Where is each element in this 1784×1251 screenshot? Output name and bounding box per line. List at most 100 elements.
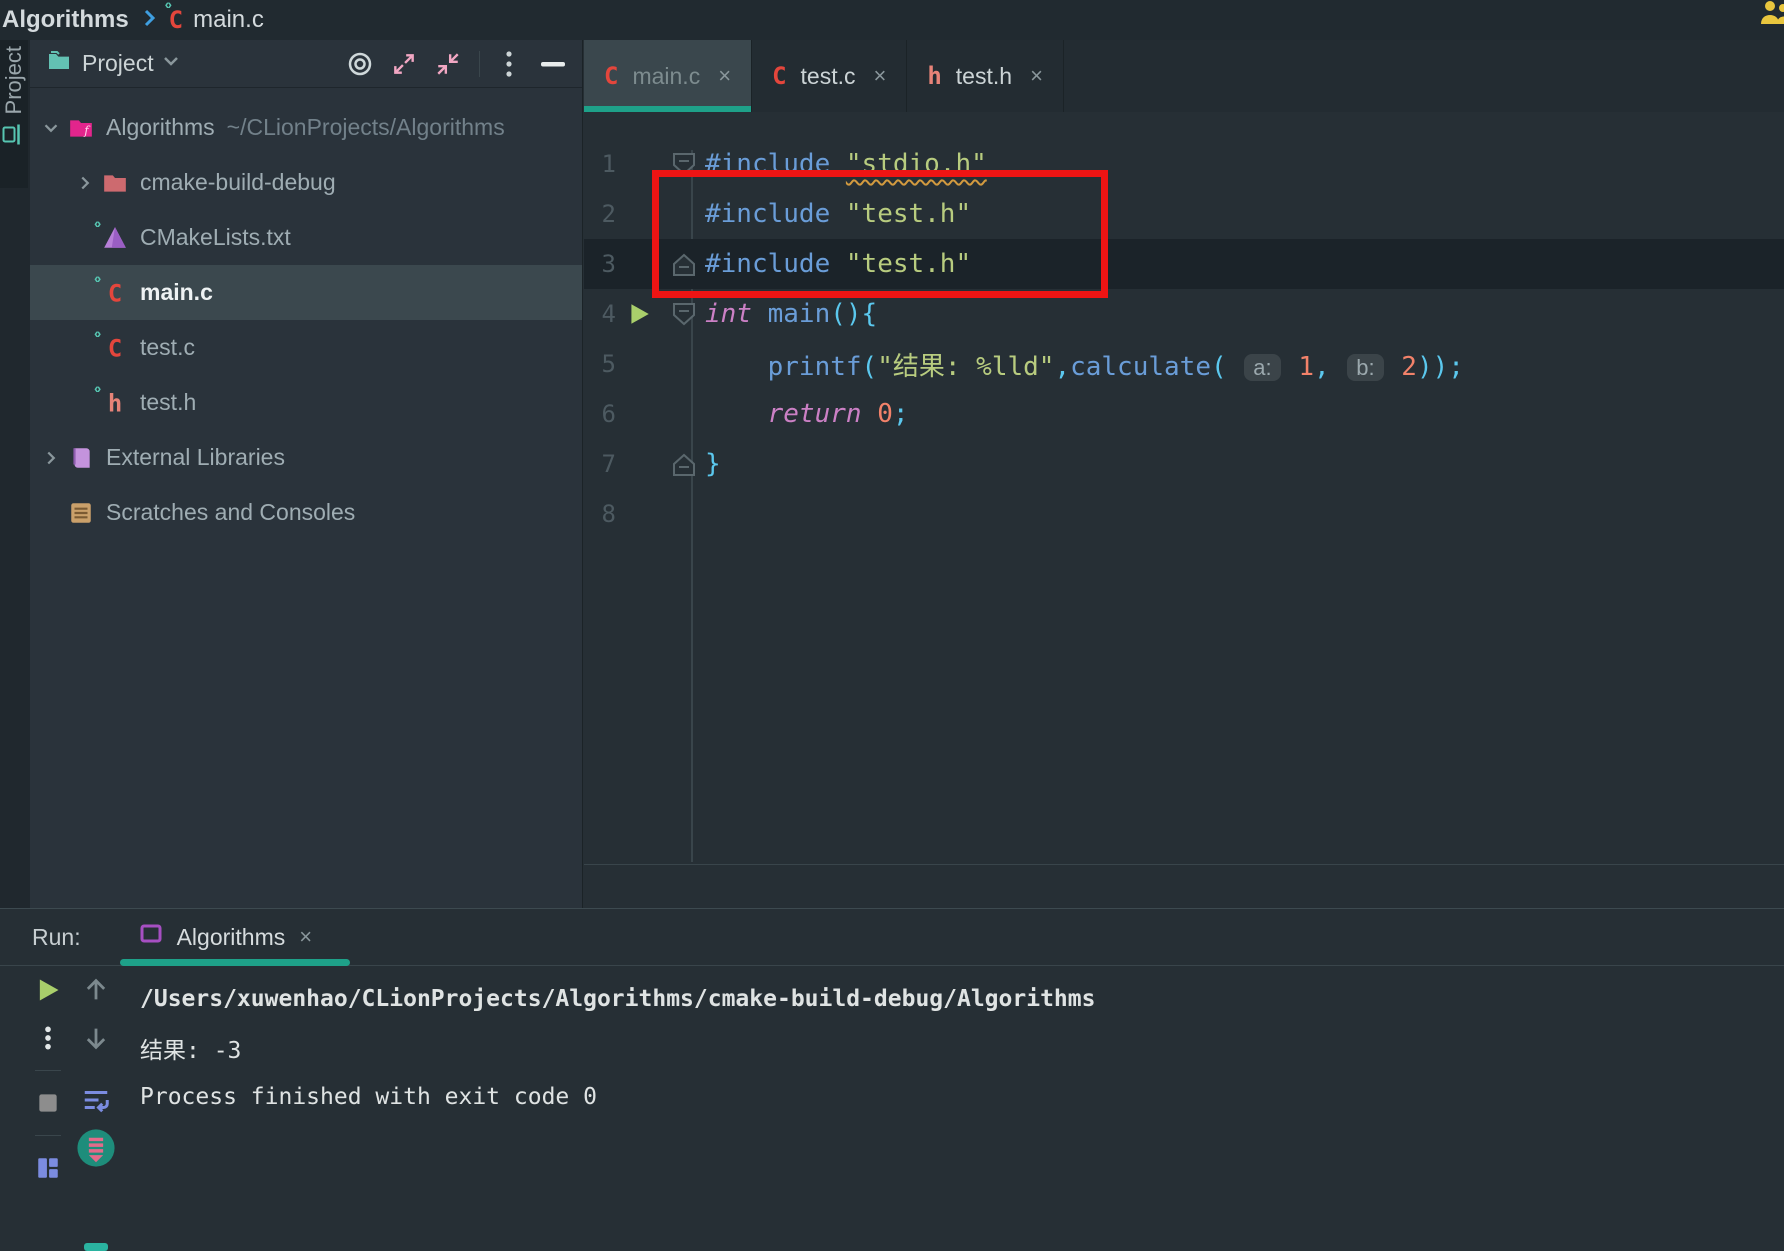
line-number: 5 [584,350,616,378]
token-t [705,352,768,382]
softwrap-icon[interactable] [76,1076,116,1124]
tree-item-label: CMakeLists.txt [140,224,291,251]
code-text: printf("结果: %lld",calculate( a: 1, b: 2)… [705,346,1464,383]
more-icon[interactable] [494,49,524,79]
layout-icon[interactable] [28,1144,68,1192]
run-tab-active-underline [120,959,350,966]
tab-test-h[interactable]: htest.h× [907,40,1064,112]
sidebar-item-project-stripe[interactable]: Project [0,40,28,188]
tree-item-cmake-build-debug[interactable]: cmake-build-debug [30,155,582,210]
token-n: 1 [1298,352,1314,382]
close-icon[interactable]: × [1030,63,1043,89]
token-t [705,399,768,429]
svg-text:C: C [108,280,122,306]
console-line-3: Process finished with exit code 0 [140,1072,1095,1121]
tab-main-c[interactable]: Cmain.c× [584,40,752,112]
fold-up-icon[interactable] [662,452,705,477]
line-number: 1 [584,150,616,178]
chevron-right-icon[interactable] [72,172,98,194]
breadcrumb-file[interactable]: main.c [193,6,264,34]
token-t [1386,352,1402,382]
code-mark-icon: ‹› [165,0,170,12]
chevron-down-icon[interactable] [38,117,64,139]
project-panel-title[interactable]: Project [82,50,154,77]
code-line-8[interactable]: 8 [584,489,1784,539]
more-icon[interactable] [28,1014,68,1062]
code-line-5[interactable]: 5 printf("结果: %lld",calculate( a: 1, b: … [584,339,1784,389]
users-icon[interactable] [1758,0,1784,31]
tree-item-cmakelists-txt[interactable]: ‹›CMakeLists.txt [30,210,582,265]
divider [35,1135,61,1136]
chevron-down-icon[interactable] [160,50,182,77]
hide-icon[interactable] [538,49,568,79]
up-icon[interactable] [76,966,116,1014]
token-t [1330,352,1346,382]
line-number: 4 [584,300,616,328]
tree-item-label: main.c [140,279,213,306]
tree-item-algorithms[interactable]: fAlgorithms~/CLionProjects/Algorithms [30,100,582,155]
token-t [1227,352,1243,382]
run-tab-algorithms[interactable]: Algorithms × [139,923,313,951]
run-panel-label: Run: [32,924,81,951]
tree-item-label: External Libraries [106,444,285,471]
expand-all-icon[interactable] [389,49,419,79]
clipped-toolbar-icon[interactable] [84,1243,108,1251]
line-number: 6 [584,400,616,428]
tree-item-main-c[interactable]: C‹› main.c [30,265,582,320]
breadcrumb: Algorithms C ‹› main.c [0,0,1784,40]
line-number: 2 [584,200,616,228]
token-p: , [1054,352,1070,382]
token-p: ( [862,352,878,382]
run-console-output[interactable]: /Users/xuwenhao/CLionProjects/Algorithms… [140,974,1095,1121]
token-p: )); [1417,352,1464,382]
fold-down-icon[interactable] [662,302,705,327]
locate-icon[interactable] [345,49,375,79]
breadcrumb-project[interactable]: Algorithms [2,6,129,34]
tree-item-label: Algorithms [106,114,215,141]
scratches-icon [64,500,98,526]
code-text: return 0; [705,399,909,429]
token-f: calculate [1070,352,1211,382]
run-toolbar-secondary [76,966,116,1172]
tree-item-external-libraries[interactable]: External Libraries [30,430,582,485]
laptop-icon [2,124,27,146]
token-p: ; [893,399,909,429]
token-p: } [705,449,721,479]
tab-label: main.c [632,63,700,90]
token-s: "结果: %lld" [877,352,1054,382]
rerun-icon[interactable] [28,966,68,1014]
code-line-6[interactable]: 6 return 0; [584,389,1784,439]
tree-item-label: test.h [140,389,196,416]
down-icon[interactable] [76,1014,116,1062]
stop-icon[interactable] [28,1079,68,1127]
code-line-7[interactable]: 7} [584,439,1784,489]
tree-item-test-c[interactable]: C‹›test.c [30,320,582,375]
chevron-right-icon[interactable] [38,447,64,469]
token-h: b: [1347,354,1383,381]
tree-item-label: Scratches and Consoles [106,499,355,526]
token-k: int [705,299,752,329]
tree-item-scratches-and-consoles[interactable]: Scratches and Consoles [30,485,582,540]
scroll-end-icon[interactable] [76,1124,116,1172]
tree-item-test-h[interactable]: h‹›test.h [30,375,582,430]
close-icon[interactable]: × [299,924,312,950]
run-tool-window: Run: Algorithms × /Users/xuwenhao/CLionP… [0,908,1784,1192]
token-k: return [768,399,862,429]
breadcrumb-chevron-icon [139,6,159,35]
tab-test-c[interactable]: Ctest.c× [752,40,907,112]
divider [35,1070,61,1071]
tree-item-label: cmake-build-debug [140,169,336,196]
close-icon[interactable]: × [873,63,886,89]
token-t [1283,352,1299,382]
run-window-icon [139,923,163,951]
line-number: 7 [584,450,616,478]
close-icon[interactable]: × [718,63,731,89]
folder-pink-icon: f [64,115,98,141]
token-f: printf [768,352,862,382]
run-panel-header: Run: Algorithms × [0,909,1784,966]
svg-text:C: C [108,335,122,361]
c-file-icon: C‹› [98,280,132,306]
run-line-icon[interactable] [616,301,662,327]
tree-item-label: test.c [140,334,195,361]
collapse-all-icon[interactable] [433,49,463,79]
